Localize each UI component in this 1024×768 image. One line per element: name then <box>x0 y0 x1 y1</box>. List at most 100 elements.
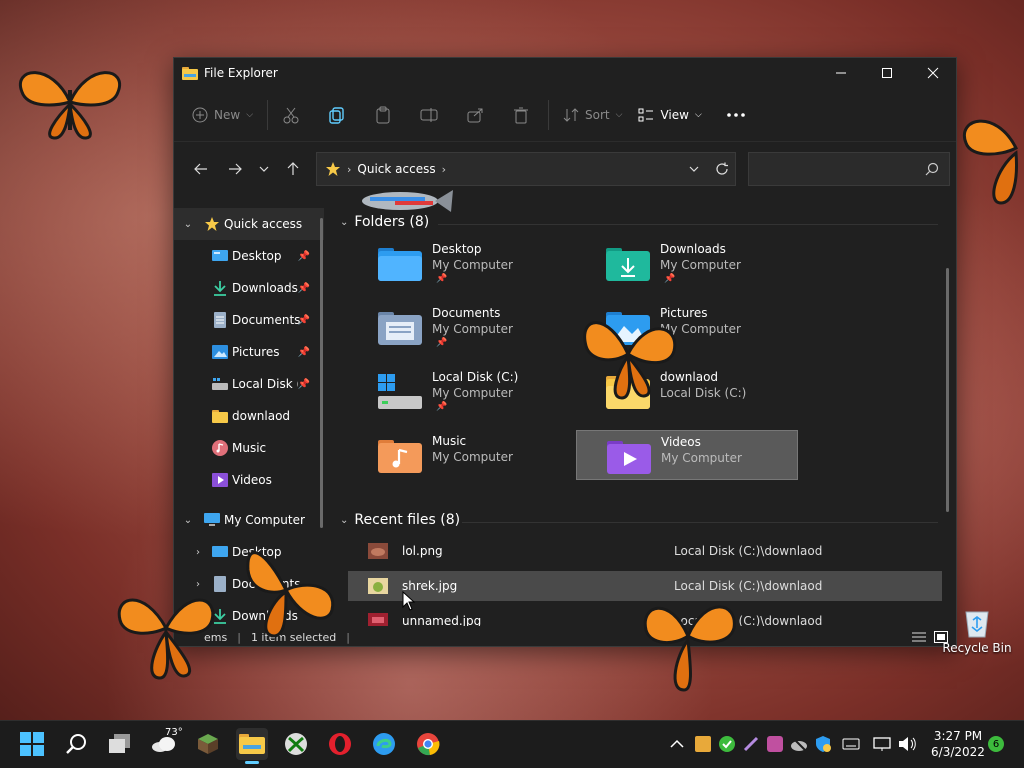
image-thumbnail-icon <box>368 578 388 594</box>
sidebar-item-videos[interactable]: Videos <box>174 464 324 496</box>
edge-button[interactable] <box>368 728 400 760</box>
sidebar-item-my-computer[interactable]: ⌄ My Computer <box>174 504 324 536</box>
folder-name: Desktop <box>432 242 482 256</box>
rename-button[interactable] <box>412 99 446 131</box>
minimize-button[interactable] <box>818 58 864 88</box>
search-box[interactable] <box>748 152 950 186</box>
more-options-button[interactable] <box>718 99 754 131</box>
sidebar-item-local-disk[interactable]: Local Disk (C:) 📌 <box>174 368 324 400</box>
search-icon[interactable] <box>925 162 939 176</box>
butterfly-icon <box>643 605 736 692</box>
content-scrollbar[interactable] <box>946 268 949 512</box>
folder-icon <box>212 408 228 424</box>
sidebar-item-desktop[interactable]: Desktop 📌 <box>174 240 324 272</box>
file-explorer-taskbar-button[interactable] <box>236 728 268 764</box>
forward-button[interactable] <box>218 154 252 184</box>
chevron-down-icon[interactable]: ⌄ <box>340 217 348 228</box>
tray-volume[interactable] <box>898 732 918 756</box>
back-button[interactable] <box>184 154 218 184</box>
sidebar-item-label: My Computer <box>224 513 305 527</box>
sidebar-item-documents[interactable]: Documents 📌 <box>174 304 324 336</box>
sidebar-item-music[interactable]: Music <box>174 432 324 464</box>
breadcrumb-quick-access[interactable]: Quick access <box>357 162 435 176</box>
folder-tile-videos[interactable]: Videos My Computer <box>576 430 798 480</box>
image-thumbnail-icon <box>368 613 388 626</box>
tray-app-2[interactable] <box>718 732 736 756</box>
pin-icon: 📌 <box>297 250 310 262</box>
search-input[interactable] <box>757 159 917 179</box>
folder-tile-documents[interactable]: Documents My Computer 📌 <box>348 302 570 352</box>
close-button[interactable] <box>910 58 956 88</box>
orange-app-icon <box>695 736 711 752</box>
taskbar-clock[interactable]: 3:27 PM 6/3/2022 <box>926 728 990 760</box>
up-button[interactable] <box>276 154 310 184</box>
search-taskbar-button[interactable] <box>60 728 92 760</box>
command-bar: New ⌵ Sort ⌵ View ⌵ <box>174 88 956 142</box>
recent-locations-button[interactable] <box>252 154 276 184</box>
folder-tile-downloads[interactable]: Downloads My Computer 📌 <box>576 238 798 288</box>
share-button[interactable] <box>458 99 492 131</box>
arrow-right-icon <box>229 163 242 175</box>
videos-icon <box>212 472 228 488</box>
tray-network[interactable] <box>872 732 892 756</box>
tray-security[interactable] <box>814 732 832 756</box>
chevron-right-icon[interactable]: › <box>442 163 446 176</box>
pin-icon: 📌 <box>436 402 448 412</box>
copy-button[interactable] <box>320 99 354 131</box>
delete-button[interactable] <box>504 99 538 131</box>
new-button[interactable]: New ⌵ <box>184 99 261 131</box>
recycle-bin-desktop-icon[interactable]: Recycle Bin <box>942 608 1012 655</box>
refresh-icon[interactable] <box>715 162 729 176</box>
sidebar-item-label: Downloads <box>232 281 298 295</box>
desktop-icon <box>212 248 228 264</box>
chevron-down-icon[interactable]: ⌄ <box>182 515 194 526</box>
recent-section-header[interactable]: ⌄ Recent files (8) <box>340 512 460 528</box>
xbox-button[interactable] <box>280 728 312 760</box>
minecraft-button[interactable] <box>192 728 224 760</box>
window-title: File Explorer <box>204 66 278 80</box>
paste-button[interactable] <box>366 99 400 131</box>
cut-button[interactable] <box>274 99 308 131</box>
sidebar-item-quick-access[interactable]: ⌄ Quick access <box>174 208 324 240</box>
chevron-down-icon[interactable]: ⌄ <box>340 515 348 526</box>
show-hidden-icons-button[interactable] <box>670 732 684 756</box>
sidebar-item-downloads[interactable]: Downloads 📌 <box>174 272 324 304</box>
tray-app-4[interactable] <box>766 732 784 756</box>
folder-tile-desktop[interactable]: Desktop My Computer 📌 <box>348 238 570 288</box>
sidebar-scrollbar[interactable] <box>320 218 323 528</box>
task-view-button[interactable] <box>104 728 136 760</box>
clipboard-icon <box>376 106 390 123</box>
opera-icon <box>329 733 351 755</box>
tray-app-1[interactable] <box>694 732 712 756</box>
maximize-button[interactable] <box>864 58 910 88</box>
chrome-button[interactable] <box>412 728 444 760</box>
details-view-icon[interactable] <box>912 631 926 643</box>
chevron-right-icon[interactable]: › <box>192 547 204 558</box>
new-label: New <box>214 107 241 122</box>
tray-keyboard[interactable] <box>842 732 860 756</box>
butterfly-icon <box>583 321 677 400</box>
start-button[interactable] <box>16 728 48 760</box>
sidebar-item-downlaod[interactable]: downlaod <box>174 400 324 432</box>
pen-icon <box>743 736 759 752</box>
chevron-down-icon[interactable] <box>689 166 699 172</box>
opera-button[interactable] <box>324 728 356 760</box>
title-bar[interactable]: File Explorer <box>174 58 956 88</box>
folder-tile-music[interactable]: Music My Computer <box>348 430 570 480</box>
view-label: View <box>660 107 689 122</box>
sort-button[interactable]: Sort ⌵ <box>555 99 630 131</box>
sort-label: Sort <box>585 107 610 122</box>
chevron-down-icon[interactable]: ⌄ <box>182 219 194 230</box>
notification-badge[interactable]: 6 <box>988 736 1004 752</box>
sidebar-item-pictures[interactable]: Pictures 📌 <box>174 336 324 368</box>
recycle-bin-label: Recycle Bin <box>942 641 1012 655</box>
folder-tile-local-disk[interactable]: Local Disk (C:) My Computer 📌 <box>348 366 570 416</box>
view-button[interactable]: View ⌵ <box>630 99 709 131</box>
folder-name: Local Disk (C:) <box>432 370 519 384</box>
clock-date: 6/3/2022 <box>931 745 985 759</box>
tray-app-3[interactable] <box>742 732 760 756</box>
address-bar[interactable]: › Quick access › <box>316 152 736 186</box>
downloads-folder-icon <box>606 248 650 281</box>
recent-file-row[interactable]: lol.png Local Disk (C:)\downlaod <box>348 536 942 566</box>
tray-app-5[interactable] <box>790 732 808 756</box>
